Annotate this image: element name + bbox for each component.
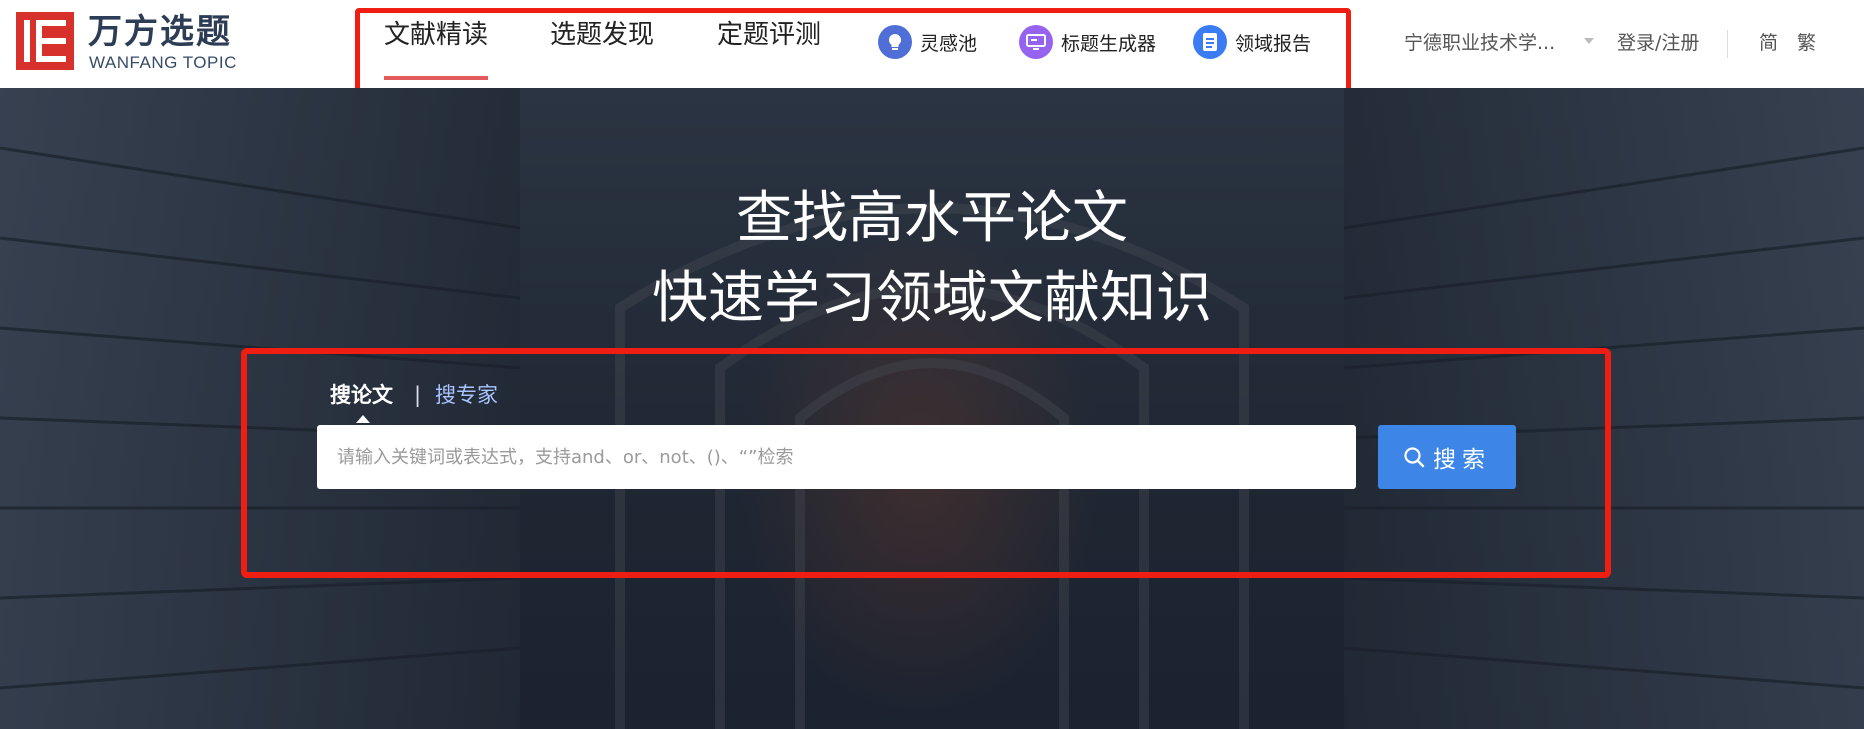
tab-separator: | (414, 383, 422, 407)
divider (1727, 30, 1728, 58)
search-input[interactable] (317, 425, 1356, 489)
brand-logo[interactable]: 万方选题 WANFANG TOPIC (16, 12, 256, 72)
lang-simplified-button[interactable]: 简 (1759, 28, 1778, 58)
brand-subtitle: WANFANG TOPIC (89, 53, 237, 72)
login-register-link[interactable]: 登录/注册 (1617, 28, 1699, 58)
lang-traditional-button[interactable]: 繁 (1797, 28, 1816, 58)
search-icon (1403, 446, 1425, 468)
search-button[interactable]: 搜索 (1378, 425, 1516, 489)
tab-search-papers[interactable]: 搜论文 (330, 380, 393, 410)
brand-name: 万方选题 (88, 12, 232, 52)
active-tab-caret-icon (356, 415, 370, 423)
wanfang-logo-icon (16, 12, 74, 70)
hero-title-line2: 快速学习领域文献知识 (652, 266, 1212, 331)
institution-selector[interactable]: 宁德职业技术学... (1404, 28, 1555, 58)
search-button-label: 搜索 (1433, 447, 1491, 473)
tab-search-experts[interactable]: 搜专家 (435, 380, 498, 410)
hero-title-line1: 查找高水平论文 (736, 186, 1128, 251)
chevron-down-icon[interactable] (1584, 38, 1594, 44)
